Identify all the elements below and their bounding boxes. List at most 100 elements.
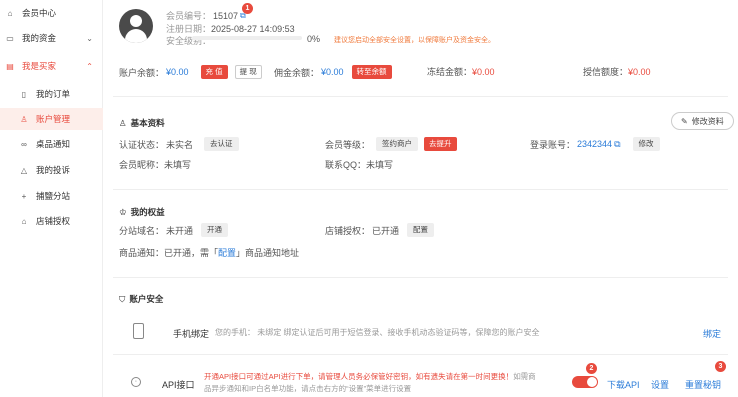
security-title-text: 账户安全 [129, 294, 164, 304]
sidebar-item-label: 桌品通知 [36, 139, 71, 149]
account-balance-value: ¥0.00 [166, 67, 189, 77]
api-description: 开通API接口可通过API进行下单，请管理人员务必保管好密钥，如有遗失请在第一时… [204, 371, 564, 395]
security-percent: 0% [307, 34, 321, 44]
credit-limit-row: 授信额度：¥0.00 [583, 65, 651, 78]
copy-icon[interactable]: ⧉ [614, 139, 620, 150]
auth-status-value: 未实名 [166, 139, 194, 150]
divider [113, 277, 728, 278]
withdraw-button[interactable]: 提 现 [234, 65, 262, 79]
register-date-value: 2025-08-27 14:09:53 [211, 24, 295, 34]
api-warning: 开通API接口可通过API进行下单，请管理人员务必保管好密钥，如有遗失请在第一时… [204, 372, 514, 381]
sidebar-item-store-auth[interactable]: ⌂ 店铺授权 [0, 210, 103, 232]
sidebar-item-label: 我的投诉 [36, 165, 71, 175]
shield-icon: ⛉ [119, 293, 126, 304]
order-icon: ▯ [21, 89, 27, 99]
configure-store-button[interactable]: 配置 [407, 223, 435, 237]
api-desc-1: 如需商 [513, 372, 536, 381]
login-account-value: 2342344 [577, 139, 613, 149]
bind-phone-link[interactable]: 绑定 [703, 327, 721, 340]
step-badge-1: 1 [242, 3, 253, 14]
user-icon: ♙ [20, 114, 28, 124]
sidebar-item-product-notice[interactable]: ∞ 桌品通知 [0, 133, 103, 155]
auth-status-label: 认证状态： [119, 139, 165, 150]
api-desc-2: 品异步通知和IP白名单功能，请点击右方的“设置”菜单进行设置 [204, 384, 412, 393]
crown-icon: ♔ [119, 206, 127, 217]
sidebar-item-member-center[interactable]: ⌂ 会员中心 [0, 2, 103, 24]
nickname-row: 会员昵称：未填写 [119, 158, 191, 171]
divider [113, 354, 728, 355]
cart-icon: ▤ [6, 61, 14, 71]
verify-button[interactable]: 去认证 [204, 137, 239, 151]
api-icon: ◦ [131, 377, 141, 387]
credit-limit-label: 授信额度： [583, 67, 629, 77]
chevron-down-icon: ⌄ [86, 33, 93, 43]
reset-secret-link[interactable]: 重置秘钥 [685, 378, 721, 391]
edit-icon: ✎ [681, 116, 688, 126]
divider [113, 189, 728, 190]
rights-title: ♔ 我的权益 [119, 206, 165, 218]
member-level-value: 签约商户 [376, 137, 419, 151]
commission-balance-value: ¥0.00 [321, 67, 344, 77]
open-site-button[interactable]: 开通 [201, 223, 229, 237]
login-account-row: 登录账号： 2342344 ⧉ 修改 [530, 137, 660, 151]
sidebar-item-my-orders[interactable]: ▯ 我的订单 [0, 83, 103, 105]
main-content: 会员编号： 15107 ⧉ 1 注册日期：2025-08-27 14:09:53… [103, 0, 738, 397]
member-level-row: 会员等级： 签约商户 去提升 [325, 137, 457, 151]
configure-notice-link[interactable]: 配置 [218, 248, 236, 258]
product-notice-row: 商品通知：已开通，需「配置」商品通知地址 [119, 246, 299, 259]
qq-value: 未填写 [366, 160, 394, 170]
phone-icon [133, 323, 144, 339]
api-settings-link[interactable]: 设置 [651, 378, 669, 391]
store-auth-value: 已开通 [372, 225, 400, 236]
sidebar-item-my-funds[interactable]: ▭ 我的资金 ⌄ [0, 27, 103, 49]
sidebar-item-my-complaints[interactable]: △ 我的投诉 [0, 159, 103, 181]
store-icon: ⌂ [21, 216, 27, 226]
sidebar-item-account-management[interactable]: ♙ 账户管理 [0, 108, 103, 130]
download-api-link[interactable]: 下载API [607, 378, 640, 391]
site-domain-value: 未开通 [166, 225, 194, 236]
recharge-button[interactable]: 充 值 [200, 65, 228, 79]
basic-info-title-text: 基本资料 [130, 118, 165, 128]
link-icon: ∞ [21, 139, 27, 149]
sidebar: ⌂ 会员中心 ▭ 我的资金 ⌄ ▤ 我是买家 ⌃ ▯ 我的订单 ♙ 账户管理 ∞… [0, 0, 103, 397]
modify-account-button[interactable]: 修改 [632, 137, 660, 151]
api-toggle[interactable] [572, 376, 598, 388]
sidebar-item-label: 会员中心 [22, 8, 57, 18]
login-account-label: 登录账号： [530, 139, 576, 150]
edit-profile-label: 修改资料 [691, 116, 724, 126]
member-id-label: 会员编号： [166, 11, 212, 21]
edit-profile-button[interactable]: ✎ 修改资料 [671, 112, 734, 130]
home-icon: ⌂ [7, 8, 13, 18]
store-auth-row: 店铺授权： 已开通 配置 [325, 223, 435, 237]
product-notice-prefix: 商品通知：已开通，需「 [119, 248, 219, 258]
nickname-label: 会员昵称： [119, 160, 165, 170]
sidebar-item-label: 捕鹽分站 [36, 191, 71, 201]
qq-label: 联系QQ： [325, 160, 367, 170]
sidebar-item-label: 店铺授权 [36, 216, 71, 226]
register-date-label: 注册日期： [166, 24, 212, 34]
site-domain-label: 分站域名： [119, 225, 165, 236]
site-domain-row: 分站域名： 未开通 开通 [119, 223, 229, 237]
product-notice-suffix: 」商品通知地址 [236, 248, 300, 258]
credit-limit-value: ¥0.00 [628, 67, 651, 77]
account-balance-row: 账户余额： ¥0.00 充 值 提 现 [119, 65, 262, 79]
frozen-amount-label: 冻结金额： [427, 67, 473, 77]
sidebar-item-label: 我的订单 [36, 89, 71, 99]
frozen-amount-row: 冻结金额：¥0.00 [427, 65, 495, 78]
sidebar-item-label: 我是买家 [22, 61, 57, 71]
warning-icon: △ [20, 165, 28, 175]
plus-icon: + [21, 191, 27, 201]
member-id-row: 会员编号： 15107 ⧉ [166, 9, 246, 22]
upgrade-button[interactable]: 去提升 [424, 137, 457, 151]
security-tip: 建议您启动全部安全设置，以保障账户及资金安全。 [334, 37, 495, 44]
sidebar-item-label: 我的资金 [22, 33, 57, 43]
sidebar-item-buyer[interactable]: ▤ 我是买家 ⌃ [0, 55, 103, 77]
step-badge-2: 2 [586, 363, 597, 374]
transfer-to-balance-button[interactable]: 转至余额 [351, 65, 392, 79]
api-interface-label: API接口 [162, 380, 195, 390]
nickname-value: 未填写 [164, 160, 192, 170]
qq-row: 联系QQ：未填写 [325, 158, 393, 171]
sidebar-item-substation[interactable]: + 捕鹽分站 [0, 185, 103, 207]
member-id-value: 15107 [213, 10, 239, 21]
basic-info-title: ♙ 基本资料 [119, 117, 165, 129]
